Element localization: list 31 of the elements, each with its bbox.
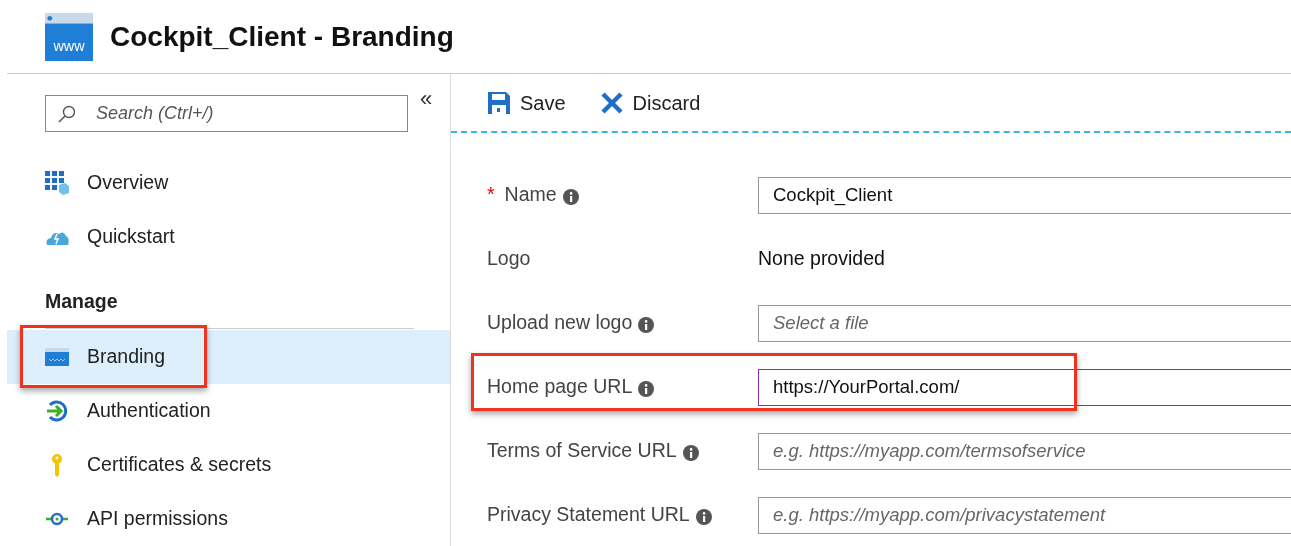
field-label: Upload new logo xyxy=(487,310,633,336)
page-title: Cockpit_Client - Branding xyxy=(110,19,454,54)
nav-item[interactable]: API permissions xyxy=(7,492,450,546)
nav-item[interactable]: Certificates & secrets xyxy=(7,438,450,492)
section-heading: Manage xyxy=(45,264,414,329)
save-button[interactable]: Save xyxy=(487,87,566,118)
required-mark: * xyxy=(487,182,495,208)
nav-item[interactable]: Quickstart xyxy=(7,210,450,264)
discard-button[interactable]: Discard xyxy=(599,87,701,118)
input-field[interactable]: Cockpit_Client xyxy=(758,176,1291,214)
close-icon xyxy=(599,90,624,115)
app-icon: www xyxy=(45,12,93,61)
sign-in-icon xyxy=(45,399,69,423)
input-field[interactable]: e.g. https://myapp.com/privacystatement xyxy=(758,496,1291,534)
nav-item[interactable]: Authentication xyxy=(7,384,450,438)
search-icon xyxy=(57,105,75,123)
field-label: Logo xyxy=(487,246,531,272)
save-icon xyxy=(487,90,511,115)
input-field[interactable]: e.g. https://myapp.com/termsofservice xyxy=(758,432,1291,470)
field-label: Terms of Service URL xyxy=(487,438,677,464)
field-label: Home page URL xyxy=(487,374,633,400)
field-label: Privacy Statement URL xyxy=(487,502,690,528)
grid-icon xyxy=(45,171,69,195)
collapse-button[interactable]: « xyxy=(420,82,433,115)
input-field[interactable]: Select a file xyxy=(758,304,1291,342)
field-value: None provided xyxy=(758,246,885,272)
input-field[interactable]: https://YourPortal.com/ xyxy=(758,368,1291,406)
browser-icon xyxy=(45,348,69,366)
search-field[interactable]: Search (Ctrl+/) xyxy=(45,95,408,132)
nav-item[interactable]: Overview xyxy=(7,156,450,210)
field-label: Name xyxy=(504,182,557,208)
